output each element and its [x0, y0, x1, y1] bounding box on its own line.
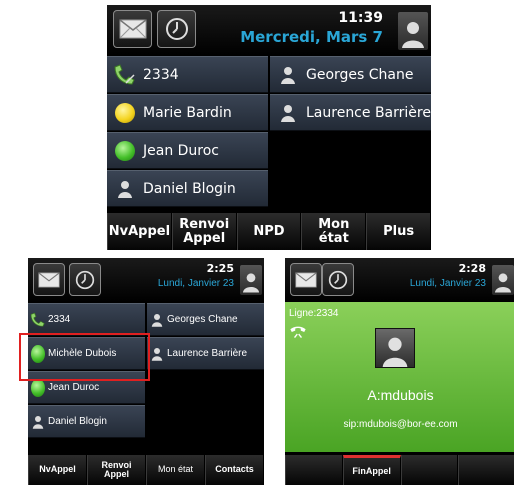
clock-date: Mercredi, Mars 7: [240, 28, 383, 46]
person-icon: [270, 65, 306, 85]
selection-highlight: [19, 333, 150, 381]
forward-softkey[interactable]: Renvoi Appel: [87, 455, 146, 485]
line-key-contact[interactable]: Laurence Barrière: [270, 94, 431, 131]
person-icon: [242, 273, 260, 293]
my-status-softkey[interactable]: Mon état: [146, 455, 205, 485]
line-key-contact[interactable]: Laurence Barrière: [147, 337, 264, 370]
green-status-icon: [115, 140, 135, 161]
clock-date: Lundi, Janvier 23: [157, 278, 234, 289]
callee-name: A:mdubois: [367, 387, 434, 403]
line-key-label: Georges Chane: [306, 66, 414, 83]
line-key-label: Georges Chane: [167, 314, 238, 325]
line-key-contact[interactable]: Georges Chane: [147, 303, 264, 336]
line-key-label: Daniel Blogin: [143, 180, 236, 197]
soft-key-bar: NvAppel Renvoi Appel Mon état Contacts: [28, 455, 264, 485]
yellow-status-icon: [115, 102, 135, 123]
envelope-icon: [295, 271, 317, 287]
line-key-contact[interactable]: Marie Bardin: [107, 94, 268, 131]
status-bar: 11:39 Mercredi, Mars 7: [107, 5, 431, 55]
green-status-icon: [31, 378, 45, 397]
line-key-label: Daniel Blogin: [48, 416, 107, 427]
line-key-label: 2334: [48, 314, 71, 325]
status-bar: 2:25 Lundi, Janvier 23: [28, 258, 264, 302]
clock-icon: [328, 270, 348, 289]
user-avatar[interactable]: [398, 12, 428, 50]
callee-uri: sip:mdubois@bor-ee.com: [343, 419, 458, 430]
envelope-icon: [38, 271, 60, 287]
line-key-contact[interactable]: Georges Chane: [270, 56, 431, 93]
soft-key-bar: NvAppel Renvoi Appel NPD Mon état Plus: [107, 213, 431, 250]
recent-calls-button[interactable]: [69, 263, 101, 296]
clock-time: 2:25: [206, 262, 234, 275]
recent-calls-button[interactable]: [322, 263, 354, 296]
softkey-blank[interactable]: [400, 455, 459, 485]
more-softkey[interactable]: Plus: [366, 213, 431, 250]
line-key-contact[interactable]: Daniel Blogin: [107, 170, 268, 207]
person-icon: [147, 346, 167, 362]
softkey-blank[interactable]: [458, 455, 514, 485]
status-bar: 2:28 Lundi, Janvier 23: [285, 258, 514, 302]
user-avatar[interactable]: [492, 265, 514, 295]
person-icon: [402, 22, 424, 48]
line-key-label: Jean Duroc: [48, 382, 100, 393]
line-key-label: 2334: [143, 66, 179, 83]
clock-icon: [75, 270, 95, 289]
clock-icon: [165, 18, 188, 40]
person-icon: [28, 414, 48, 430]
phone-screen-idle: 11:39 Mercredi, Mars 7 2334 Marie Bardin…: [107, 5, 431, 250]
new-call-softkey[interactable]: NvAppel: [28, 455, 87, 485]
forward-softkey[interactable]: Renvoi Appel: [171, 213, 237, 250]
line-key-2334[interactable]: 2334: [28, 303, 145, 336]
end-call-softkey[interactable]: FinAppel: [342, 455, 401, 485]
line-key-2334[interactable]: 2334: [107, 56, 268, 93]
soft-key-bar: FinAppel: [285, 455, 514, 485]
callee-avatar: [375, 328, 415, 368]
envelope-icon: [119, 19, 146, 39]
handset-icon: [289, 324, 307, 343]
handset-icon: [107, 63, 143, 87]
softkey-blank[interactable]: [285, 455, 343, 485]
handset-icon: [28, 311, 48, 329]
phone-screen-calling: 2:28 Lundi, Janvier 23 Ligne:2334 A:mdub…: [285, 258, 514, 485]
messages-button[interactable]: [33, 263, 65, 296]
person-icon: [107, 179, 143, 199]
user-avatar[interactable]: [240, 265, 262, 295]
recent-calls-button[interactable]: [157, 10, 196, 48]
line-key-label: Jean Duroc: [143, 142, 220, 159]
line-key-label: Laurence Barrière: [306, 104, 431, 121]
person-icon: [147, 312, 167, 328]
call-line-label: Ligne:2334: [289, 308, 339, 319]
new-call-softkey[interactable]: NvAppel: [107, 213, 172, 250]
person-icon: [382, 337, 408, 367]
clock-date: Lundi, Janvier 23: [409, 278, 486, 289]
dnd-softkey[interactable]: NPD: [236, 213, 302, 250]
my-status-softkey[interactable]: Mon état: [301, 213, 367, 250]
person-icon: [270, 103, 306, 123]
clock-time: 2:28: [458, 262, 486, 275]
line-key-label: Marie Bardin: [143, 104, 232, 121]
active-call-panel: Ligne:2334 A:mdubois sip:mdubois@bor-ee.…: [285, 302, 514, 452]
messages-button[interactable]: [290, 263, 322, 296]
messages-button[interactable]: [113, 10, 152, 48]
person-icon: [494, 273, 512, 293]
contacts-softkey[interactable]: Contacts: [205, 455, 264, 485]
line-key-label: Laurence Barrière: [167, 348, 248, 359]
line-key-contact[interactable]: Daniel Blogin: [28, 405, 145, 438]
line-key-contact[interactable]: Jean Duroc: [107, 132, 268, 169]
clock-time: 11:39: [338, 10, 383, 26]
